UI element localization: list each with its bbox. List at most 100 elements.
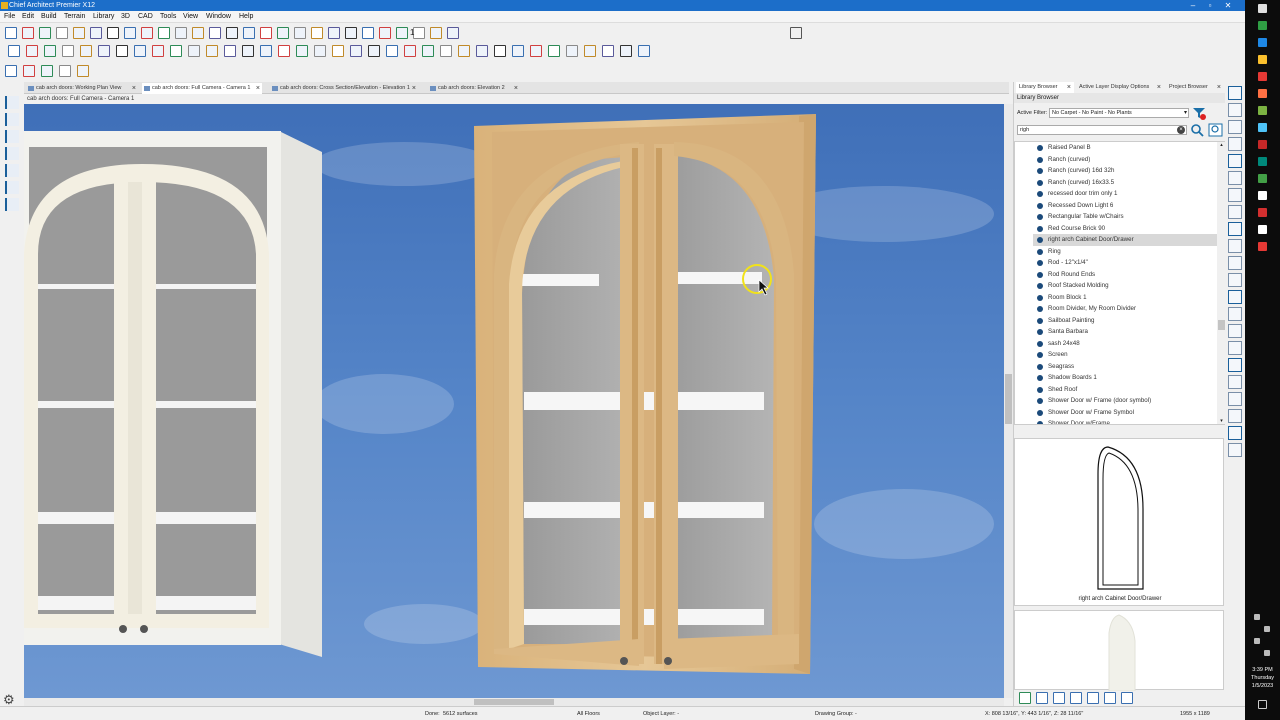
close-tab-icon[interactable]: × <box>1157 82 1161 93</box>
toolbar-icon[interactable] <box>188 45 200 57</box>
library-list-item[interactable]: Rectangular Table w/Chairs <box>1033 211 1217 223</box>
dimension-icon[interactable] <box>620 45 632 57</box>
explorer-icon[interactable] <box>1258 55 1267 64</box>
door-tool-icon[interactable] <box>566 45 578 57</box>
tab-library-browser[interactable]: Library Browser × <box>1016 82 1074 93</box>
menu-cad[interactable]: CAD <box>138 13 153 20</box>
close-tab-icon[interactable]: × <box>256 83 260 94</box>
library-list-item[interactable]: recessed door trim only 1 <box>1033 188 1217 200</box>
3d-camera-viewport[interactable] <box>24 104 1004 698</box>
tray-network-icon[interactable] <box>1264 626 1270 632</box>
wall-tool-icon[interactable] <box>224 45 236 57</box>
menu-build[interactable]: Build <box>41 13 57 20</box>
save-icon[interactable] <box>345 27 357 39</box>
print-icon[interactable] <box>404 45 416 57</box>
line-icon[interactable] <box>1228 256 1242 270</box>
scroll-down-icon[interactable]: ▾ <box>1218 418 1225 424</box>
zoom-out-icon[interactable] <box>1228 120 1242 134</box>
cabinet-tool-icon[interactable] <box>584 45 596 57</box>
grid-icon[interactable] <box>107 27 119 39</box>
select-objects-icon[interactable] <box>5 96 19 109</box>
zoom-icon[interactable] <box>1228 341 1242 355</box>
grid-icon[interactable] <box>1228 273 1242 287</box>
clear-search-icon[interactable]: × <box>1177 126 1185 134</box>
3d-view-icon[interactable] <box>1228 307 1242 321</box>
search-options-icon[interactable] <box>1208 123 1224 137</box>
menu-file[interactable]: File <box>4 13 15 20</box>
library-list-item[interactable]: Raised Panel B <box>1033 142 1217 154</box>
library-list-item[interactable]: Shower Door w/ Frame Symbol <box>1033 407 1217 419</box>
close-window-button[interactable]: ✕ <box>1221 0 1235 11</box>
library-view-icon[interactable] <box>1104 692 1116 704</box>
scroll-thumb[interactable] <box>1218 320 1225 330</box>
layer-icon[interactable] <box>1228 188 1242 202</box>
library-list-item[interactable]: Ranch (curved) 16d 32h <box>1033 165 1217 177</box>
library-folder-icon[interactable] <box>1053 692 1065 704</box>
chrome-icon[interactable] <box>1258 140 1267 149</box>
transform-icon[interactable] <box>5 164 19 177</box>
tray-keyboard-icon[interactable] <box>1264 650 1270 656</box>
cabinet-tool-icon[interactable] <box>260 45 272 57</box>
close-tab-icon[interactable]: × <box>412 83 416 94</box>
tab-project-browser[interactable]: Project Browser × <box>1166 82 1224 93</box>
text-tool-icon[interactable] <box>314 45 326 57</box>
wall-tool-icon[interactable] <box>209 27 221 39</box>
menu-library[interactable]: Library <box>93 13 114 20</box>
chrome-icon[interactable] <box>1258 106 1267 115</box>
app-icon[interactable] <box>1258 174 1267 183</box>
tab-elevation-2[interactable]: cab arch doors: Elevation 2 × <box>428 83 520 94</box>
menu-edit[interactable]: Edit <box>22 13 34 20</box>
library-list-item[interactable]: Recessed Down Light 6 <box>1033 200 1217 212</box>
toolbar-icon[interactable] <box>175 27 187 39</box>
maximize-button[interactable]: ▫ <box>1203 0 1217 11</box>
library-list-item[interactable]: Room Divider, My Room Divider <box>1033 303 1217 315</box>
menu-tools[interactable]: Tools <box>160 13 176 20</box>
library-add-icon[interactable] <box>1036 692 1048 704</box>
plus-icon[interactable] <box>1228 205 1242 219</box>
reshape-icon[interactable] <box>5 181 19 194</box>
active-filter-select[interactable]: No Carpet - No Paint - No Plants ▾ <box>1049 108 1189 118</box>
app-icon[interactable] <box>1258 225 1267 234</box>
new-file-icon[interactable] <box>332 45 344 57</box>
refresh-icon[interactable] <box>1228 324 1242 338</box>
app-icon[interactable] <box>1258 72 1267 81</box>
library-list-item[interactable]: Seagrass <box>1033 361 1217 373</box>
library-list-item[interactable]: Shed Roof <box>1033 384 1217 396</box>
new-file-icon[interactable] <box>5 65 17 77</box>
redo-icon[interactable] <box>141 27 153 39</box>
gear-icon[interactable]: ⚙ <box>3 692 15 708</box>
close-tab-icon[interactable]: × <box>132 83 136 94</box>
undo-icon[interactable] <box>458 45 470 57</box>
scroll-thumb[interactable] <box>474 699 554 705</box>
camera-render[interactable] <box>24 104 1004 698</box>
undo-icon[interactable] <box>124 27 136 39</box>
save-all-icon[interactable] <box>386 45 398 57</box>
grid-icon[interactable] <box>116 45 128 57</box>
zoom-in-icon[interactable] <box>1228 358 1242 372</box>
door-tool-icon[interactable] <box>242 45 254 57</box>
library-list-item[interactable]: Santa Barbara <box>1033 326 1217 338</box>
camera-tool-icon[interactable] <box>260 27 272 39</box>
scroll-up-icon[interactable]: ▴ <box>1218 142 1225 149</box>
save-icon[interactable] <box>44 45 56 57</box>
library-list-item[interactable]: Red Course Brick 90 <box>1033 223 1217 235</box>
save-all-icon[interactable] <box>59 65 71 77</box>
camera-tool-icon[interactable] <box>602 45 614 57</box>
library-more-icon[interactable] <box>1121 692 1133 704</box>
library-list-item[interactable]: Ranch (curved) <box>1033 154 1217 166</box>
select-icon[interactable] <box>206 45 218 57</box>
tab-working-plan-view[interactable]: cab arch doors: Working Plan View × <box>26 83 138 94</box>
fit-icon[interactable] <box>1228 409 1242 423</box>
app-icon[interactable] <box>1258 208 1267 217</box>
grid-icon[interactable] <box>413 27 425 39</box>
viewport-vertical-scrollbar[interactable] <box>1004 104 1013 698</box>
print-icon[interactable] <box>77 65 89 77</box>
start-icon[interactable] <box>1258 4 1267 13</box>
save-icon[interactable] <box>39 27 51 39</box>
pan-icon[interactable] <box>5 113 19 126</box>
library-item-list[interactable]: Raised Panel B Ranch (curved) Ranch (curve… <box>1014 141 1226 425</box>
help-icon[interactable] <box>494 45 506 57</box>
library-list-item[interactable]: Roof Stacked Molding <box>1033 280 1217 292</box>
library-search-input[interactable]: righ × <box>1017 125 1187 135</box>
print-preview-icon[interactable] <box>90 27 102 39</box>
